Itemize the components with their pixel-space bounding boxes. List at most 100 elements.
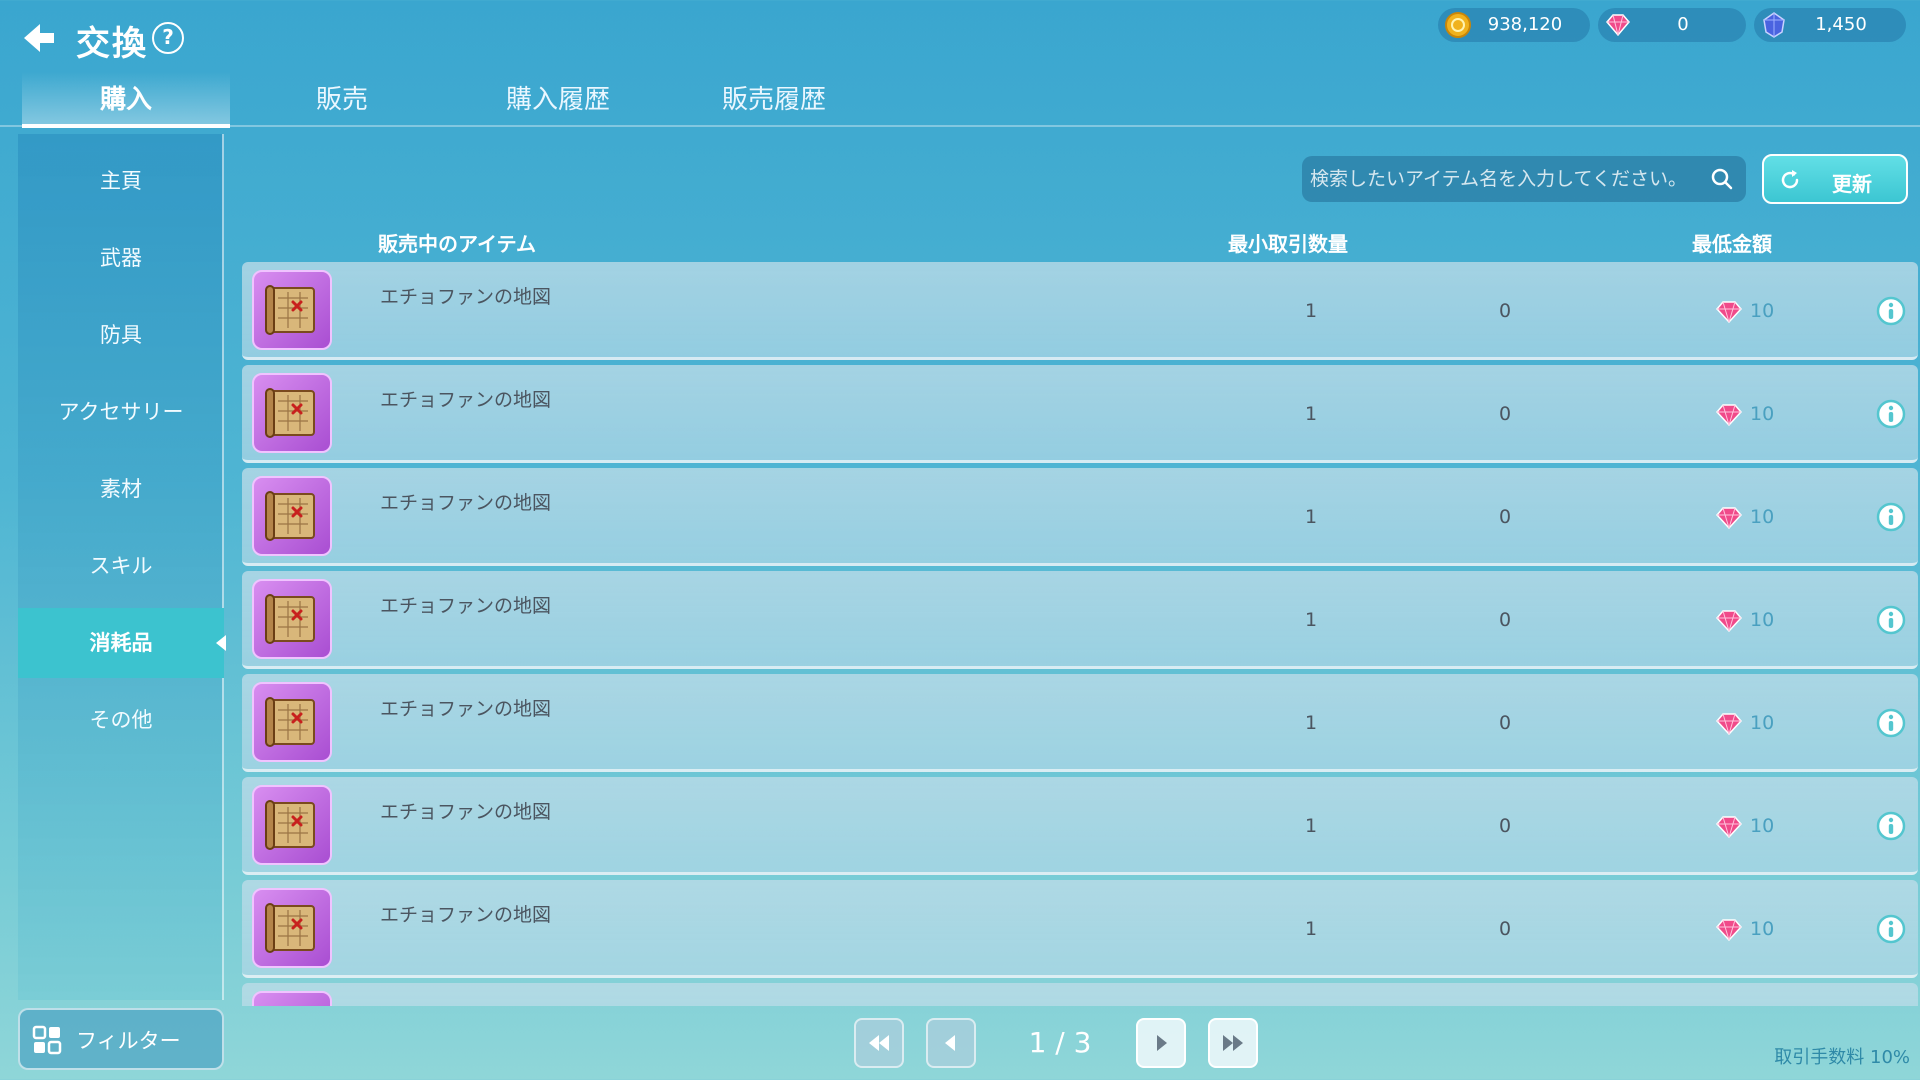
item-thumbnail (252, 888, 332, 968)
treasure-map-icon (265, 491, 315, 541)
table-row[interactable]: エチョファンの地図1010 (242, 880, 1918, 978)
back-button[interactable] (18, 18, 58, 58)
gold-amount: 938,120 (1487, 14, 1563, 35)
tab-sell-history[interactable]: 販売履歴 (670, 72, 878, 128)
table-row[interactable]: エチョファンの地図1010 (242, 777, 1918, 875)
info-icon[interactable] (1876, 708, 1906, 738)
item-name: エチョファンの地図 (380, 492, 552, 514)
info-icon[interactable] (1876, 502, 1906, 532)
last-page-button[interactable] (1208, 1018, 1258, 1068)
filter-label: フィルター (76, 1029, 181, 1053)
tab-buy[interactable]: 購入 (22, 72, 230, 128)
page-indicator: 1 / 3 (1028, 1026, 1092, 1059)
item-min-qty: 1 (1304, 300, 1318, 322)
pink-gem-icon (1715, 713, 1743, 736)
filter-button[interactable]: フィルター (18, 1008, 224, 1070)
sidebar-item-other[interactable]: その他 (18, 685, 224, 755)
pink-gem-icon (1606, 14, 1630, 37)
sidebar-item-skills[interactable]: スキル (18, 531, 224, 601)
sidebar-item-weapons[interactable]: 武器 (18, 223, 224, 293)
page-title: 交換 (76, 24, 148, 64)
info-icon[interactable] (1876, 296, 1906, 326)
tab-bar: 購入 販売 購入履歴 販売履歴 (22, 72, 1920, 128)
item-stock: 0 (1498, 815, 1512, 837)
item-name: エチョファンの地図 (380, 698, 552, 720)
column-header-min-price: 最低金額 (1692, 232, 1772, 256)
item-min-qty: 1 (1304, 815, 1318, 837)
item-thumbnail (252, 682, 332, 762)
column-header-item: 販売中のアイテム (378, 232, 536, 256)
category-sidebar: 主頁 武器 防具 アクセサリー 素材 スキル 消耗品 その他 (18, 134, 226, 1000)
top-bar: 交換 ? 938,120 0 1,450 (0, 0, 1920, 72)
item-name: エチョファンの地図 (380, 801, 552, 823)
refresh-button[interactable]: 更新 (1762, 154, 1908, 204)
pink-gem-icon (1715, 404, 1743, 427)
item-stock: 0 (1498, 712, 1512, 734)
treasure-map-icon (265, 903, 315, 953)
item-min-qty: 1 (1304, 609, 1318, 631)
item-min-qty: 1 (1304, 918, 1318, 940)
item-name: エチョファンの地図 (380, 904, 552, 926)
search-input[interactable] (1310, 156, 1700, 202)
sidebar-item-home[interactable]: 主頁 (18, 146, 224, 216)
prev-page-button[interactable] (926, 1018, 976, 1068)
blue-gem-icon (1763, 12, 1785, 38)
item-thumbnail (252, 373, 332, 453)
first-page-button[interactable] (854, 1018, 904, 1068)
treasure-map-icon (265, 800, 315, 850)
table-row[interactable]: エチョファンの地図1010 (242, 674, 1918, 772)
info-icon[interactable] (1876, 605, 1906, 635)
tab-sell[interactable]: 販売 (238, 72, 446, 128)
help-button[interactable]: ? (152, 22, 184, 54)
sidebar-item-materials[interactable]: 素材 (18, 454, 224, 524)
item-min-qty: 1 (1304, 712, 1318, 734)
item-stock: 0 (1498, 506, 1512, 528)
double-chevron-left-icon (869, 1035, 889, 1051)
pink-gem-icon (1715, 507, 1743, 530)
pink-gem-amount: 0 (1677, 14, 1689, 35)
item-list: エチョファンの地図 1 0 10 エチョファンの地図 1 0 10 エチョファンの地図 1 0 10 エ… (242, 262, 1920, 1006)
table-row[interactable]: エチョファンの地図1010 (242, 468, 1918, 566)
double-chevron-right-icon (1223, 1035, 1243, 1051)
item-thumbnail (252, 579, 332, 659)
back-arrow-icon (24, 24, 54, 52)
treasure-map-icon (260, 999, 324, 1006)
info-icon[interactable] (1876, 914, 1906, 944)
next-page-button[interactable] (1136, 1018, 1186, 1068)
blue-gem-amount: 1,450 (1815, 14, 1867, 35)
item-min-price: 10 (1750, 506, 1775, 528)
item-stock: 0 (1498, 403, 1512, 425)
currency-pink-gem: 0 (1598, 8, 1746, 42)
treasure-map-icon (265, 388, 315, 438)
treasure-map-icon (265, 697, 315, 747)
item-min-qty: 1 (1304, 506, 1318, 528)
search-box (1302, 156, 1746, 202)
item-min-price: 10 (1750, 712, 1775, 734)
table-row[interactable]: エチョファンの地図1010 (242, 571, 1918, 669)
table-row[interactable]: エチョファンの地図1010 (242, 262, 1918, 360)
pink-gem-icon (1715, 816, 1743, 839)
currency-gold: 938,120 (1438, 8, 1590, 42)
sidebar-item-consumables[interactable]: 消耗品 (18, 608, 226, 678)
item-min-price: 10 (1750, 403, 1775, 425)
grid-filter-icon (32, 1025, 62, 1055)
item-stock: 0 (1498, 918, 1512, 940)
tab-divider (0, 125, 1920, 127)
chevron-right-icon (1157, 1035, 1167, 1051)
table-row[interactable]: エチョファンの地図1010 (242, 365, 1918, 463)
search-icon[interactable] (1710, 167, 1734, 191)
item-min-price: 10 (1750, 300, 1775, 322)
tab-buy-history[interactable]: 購入履歴 (454, 72, 662, 128)
refresh-label: 更新 (1832, 172, 1872, 196)
sidebar-item-accessories[interactable]: アクセサリー (18, 377, 224, 447)
treasure-map-icon (265, 594, 315, 644)
currency-blue-gem: 1,450 (1754, 8, 1906, 42)
item-name: エチョファンの地図 (380, 1003, 551, 1006)
item-min-price: 10 (1750, 918, 1775, 940)
table-row[interactable]: エチョファンの地図1010 (242, 983, 1918, 1006)
sidebar-item-armor[interactable]: 防具 (18, 300, 224, 370)
chevron-left-icon (945, 1035, 955, 1051)
item-thumbnail (252, 785, 332, 865)
info-icon[interactable] (1876, 811, 1906, 841)
info-icon[interactable] (1876, 399, 1906, 429)
